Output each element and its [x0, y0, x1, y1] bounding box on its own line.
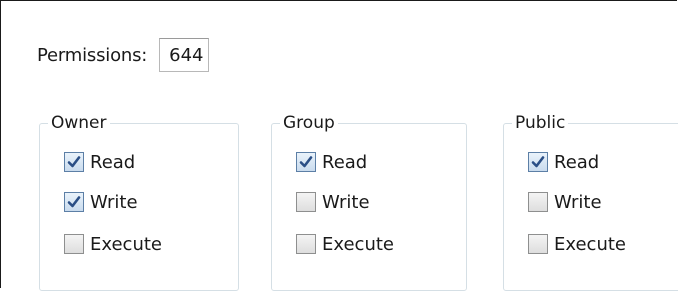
public-read-label: Read — [554, 151, 600, 173]
public-groupbox-title: Public — [512, 111, 569, 135]
permissions-input[interactable] — [159, 38, 210, 72]
owner-groupbox: Owner Read Write Execute — [39, 111, 239, 291]
owner-execute-label: Execute — [90, 233, 162, 255]
group-write-label: Write — [322, 191, 370, 213]
group-read-checkbox[interactable]: Read — [296, 148, 367, 176]
group-execute-label: Execute — [322, 233, 394, 255]
owner-write-checkbox-box[interactable] — [64, 192, 84, 212]
owner-groupbox-title: Owner — [48, 111, 110, 135]
permissions-row: Permissions: — [37, 35, 210, 75]
checkmark-icon — [299, 156, 313, 168]
public-read-checkbox-box[interactable] — [528, 152, 548, 172]
owner-execute-checkbox[interactable]: Execute — [64, 230, 162, 258]
group-execute-checkbox-box[interactable] — [296, 234, 316, 254]
public-execute-checkbox[interactable]: Execute — [528, 230, 626, 258]
public-execute-checkbox-box[interactable] — [528, 234, 548, 254]
public-write-checkbox[interactable]: Write — [528, 188, 602, 216]
public-read-checkbox[interactable]: Read — [528, 148, 599, 176]
permissions-label: Permissions: — [37, 44, 148, 66]
owner-write-label: Write — [90, 191, 138, 213]
owner-read-label: Read — [90, 151, 136, 173]
group-read-checkbox-box[interactable] — [296, 152, 316, 172]
checkmark-icon — [531, 156, 545, 168]
public-groupbox: Public Read Write Execute — [503, 111, 678, 291]
group-groupbox-title: Group — [280, 111, 338, 135]
owner-write-checkbox[interactable]: Write — [64, 188, 138, 216]
public-execute-label: Execute — [554, 233, 626, 255]
public-write-label: Write — [554, 191, 602, 213]
owner-execute-checkbox-box[interactable] — [64, 234, 84, 254]
group-write-checkbox[interactable]: Write — [296, 188, 370, 216]
checkmark-icon — [67, 196, 81, 208]
public-write-checkbox-box[interactable] — [528, 192, 548, 212]
group-read-label: Read — [322, 151, 368, 173]
owner-read-checkbox[interactable]: Read — [64, 148, 135, 176]
owner-read-checkbox-box[interactable] — [64, 152, 84, 172]
group-groupbox: Group Read Write Execute — [271, 111, 467, 291]
group-write-checkbox-box[interactable] — [296, 192, 316, 212]
permissions-panel: Permissions: Owner Read Write Execute Gr… — [0, 0, 678, 291]
group-execute-checkbox[interactable]: Execute — [296, 230, 394, 258]
checkmark-icon — [67, 156, 81, 168]
